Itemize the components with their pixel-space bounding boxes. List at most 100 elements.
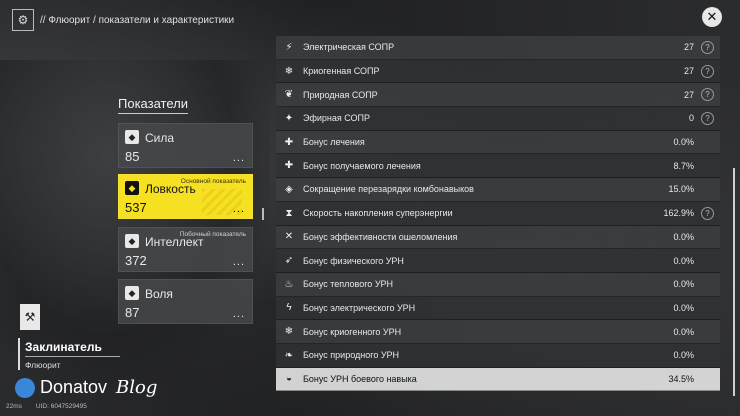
- agility-icon: ◆: [125, 181, 139, 195]
- stat-card-2[interactable]: ◆ Интеллект 372 Побочный показатель...: [118, 227, 253, 272]
- attribute-icon: ⧗: [285, 207, 293, 219]
- attribute-icon: ❧: [284, 349, 294, 361]
- attribute-row[interactable]: ✕ Бонус эффективности ошеломления 0.0%: [276, 225, 720, 250]
- close-icon: ✕: [706, 9, 718, 24]
- attribute-icon: ♨: [284, 278, 294, 290]
- attribute-row[interactable]: ✚ Бонус получаемого лечения 8.7%: [276, 154, 720, 179]
- attribute-value: 34.5%: [668, 373, 694, 384]
- attribute-row[interactable]: ◈ Сокращение перезарядки комбонавыков 15.0…: [276, 178, 720, 202]
- watermark: Donatov Blog: [15, 377, 157, 398]
- footer: 22ms UID: 6047529495: [6, 403, 87, 410]
- attribute-row[interactable]: ➶ Бонус физического УРН 0.0%: [276, 249, 720, 273]
- attribute-value: 8.7%: [673, 160, 694, 171]
- character-separator: [25, 356, 120, 357]
- attribute-row[interactable]: ♨ Бонус теплового УРН 0.0%: [276, 272, 720, 297]
- attribute-row[interactable]: ❄ Бонус криогенного УРН 0.0%: [276, 320, 720, 344]
- attribute-icon: ◈: [285, 183, 293, 195]
- attribute-label: Сокращение перезарядки комбонавыков: [303, 184, 474, 195]
- attribute-value: 0.0%: [673, 350, 694, 361]
- attribute-value: 0.0%: [673, 326, 694, 337]
- attribute-value: 27: [683, 66, 694, 77]
- attribute-label: Бонус теплового УРН: [303, 279, 394, 290]
- close-button[interactable]: ✕: [702, 7, 722, 27]
- attribute-value: 0: [688, 113, 694, 124]
- attribute-label: Бонус эффективности ошеломления: [303, 231, 458, 242]
- help-icon[interactable]: ?: [701, 41, 714, 54]
- attribute-row[interactable]: ❧ Бонус природного УРН 0.0%: [276, 343, 720, 368]
- attribute-value: 27: [683, 42, 694, 53]
- attribute-label: Криогенная СОПР: [303, 66, 380, 77]
- attribute-icon: ✕: [284, 231, 294, 243]
- stat-value: 85: [125, 149, 140, 164]
- help-icon[interactable]: ?: [701, 88, 714, 102]
- ping-readout: 22ms: [6, 403, 22, 410]
- will-icon: ◆: [125, 286, 139, 300]
- attribute-icon: ◒: [285, 373, 293, 385]
- attribute-label: Бонус физического УРН: [303, 255, 404, 266]
- strength-icon: ◆: [125, 130, 139, 144]
- panel-divider: [262, 208, 264, 220]
- attribute-icon: ϟ: [286, 302, 292, 314]
- attribute-icon: ❦: [284, 89, 294, 101]
- stat-card-0[interactable]: ◆ Сила 85...: [118, 123, 253, 168]
- attribute-row[interactable]: ◒ Бонус УРН боевого навыка 34.5%: [276, 367, 720, 392]
- attribute-label: Бонус УРН боевого навыка: [303, 373, 417, 384]
- help-icon[interactable]: ?: [701, 206, 714, 220]
- attribute-value: 0.0%: [673, 255, 694, 266]
- stat-card-3[interactable]: ◆ Воля 87...: [118, 279, 253, 324]
- intellect-icon: ◆: [125, 234, 139, 248]
- attribute-label: Бонус получаемого лечения: [303, 160, 421, 171]
- stats-title: Показатели: [118, 96, 188, 111]
- stats-title-underline: [118, 113, 188, 114]
- watermark-logo-icon: [15, 377, 35, 398]
- stat-card-1[interactable]: ◆ Ловкость 537 Основной показатель...: [118, 174, 253, 219]
- watermark-brand: Donatov: [40, 377, 108, 397]
- attribute-label: Бонус электрического УРН: [303, 302, 416, 313]
- attribute-icon: ⚡: [285, 41, 293, 53]
- attribute-icon: ✚: [284, 136, 294, 148]
- attribute-value: 15.0%: [668, 184, 694, 195]
- stat-value: 87: [125, 305, 140, 320]
- attribute-value: 162.9%: [663, 208, 694, 219]
- more-options-icon[interactable]: ...: [233, 256, 245, 268]
- attribute-icon: ✚: [284, 160, 294, 172]
- attribute-value: 0.0%: [673, 279, 694, 290]
- more-options-icon[interactable]: ...: [233, 152, 245, 164]
- attribute-label: Бонус криогенного УРН: [303, 326, 402, 337]
- class-accent-bar: [18, 338, 20, 370]
- help-icon[interactable]: ?: [701, 64, 714, 78]
- attribute-label: Природная СОПР: [303, 89, 378, 100]
- attribute-value: 27: [683, 89, 694, 100]
- attribute-row[interactable]: ⧗ Скорость накопления суперэнергии 162.9%?: [276, 201, 720, 226]
- class-icon: ⚒: [20, 304, 40, 330]
- stat-value: 537: [125, 200, 147, 215]
- character-class: Заклинатель: [25, 340, 102, 354]
- attribute-icon: ❄: [284, 65, 294, 77]
- help-icon[interactable]: ?: [701, 112, 714, 126]
- attributes-table: ⚡ Электрическая СОПР 27? ❄ Криогенная СОПР 27…: [276, 36, 720, 392]
- stat-tag: Побочный показатель: [179, 231, 246, 238]
- watermark-suffix: Blog: [116, 377, 158, 398]
- attribute-value: 0.0%: [673, 231, 694, 242]
- stat-name: Воля: [145, 287, 173, 301]
- attribute-row[interactable]: ϟ Бонус электрического УРН 0.0%: [276, 296, 720, 321]
- stat-tag: Основной показатель: [180, 178, 246, 185]
- attribute-row[interactable]: ✦ Эфирная СОПР 0?: [276, 107, 720, 131]
- attribute-value: 0.0%: [673, 302, 694, 313]
- scrollbar[interactable]: [733, 168, 735, 396]
- more-options-icon[interactable]: ...: [233, 203, 245, 215]
- attribute-row[interactable]: ⚡ Электрическая СОПР 27?: [276, 36, 720, 60]
- stat-value: 372: [125, 253, 147, 268]
- attribute-label: Бонус природного УРН: [303, 350, 400, 361]
- character-name: Флюорит: [25, 360, 61, 370]
- character-menu-icon[interactable]: ⚙: [12, 9, 34, 31]
- header: ⚙ // Флюорит / показатели и характеристи…: [12, 8, 234, 32]
- attribute-row[interactable]: ✚ Бонус лечения 0.0%: [276, 130, 720, 155]
- attribute-row[interactable]: ❦ Природная СОПР 27?: [276, 83, 720, 108]
- attribute-row[interactable]: ❄ Криогенная СОПР 27?: [276, 59, 720, 84]
- attribute-label: Бонус лечения: [303, 137, 365, 148]
- attribute-label: Скорость накопления суперэнергии: [303, 208, 453, 219]
- attribute-value: 0.0%: [673, 137, 694, 148]
- attribute-icon: ➶: [284, 255, 294, 267]
- more-options-icon[interactable]: ...: [233, 308, 245, 320]
